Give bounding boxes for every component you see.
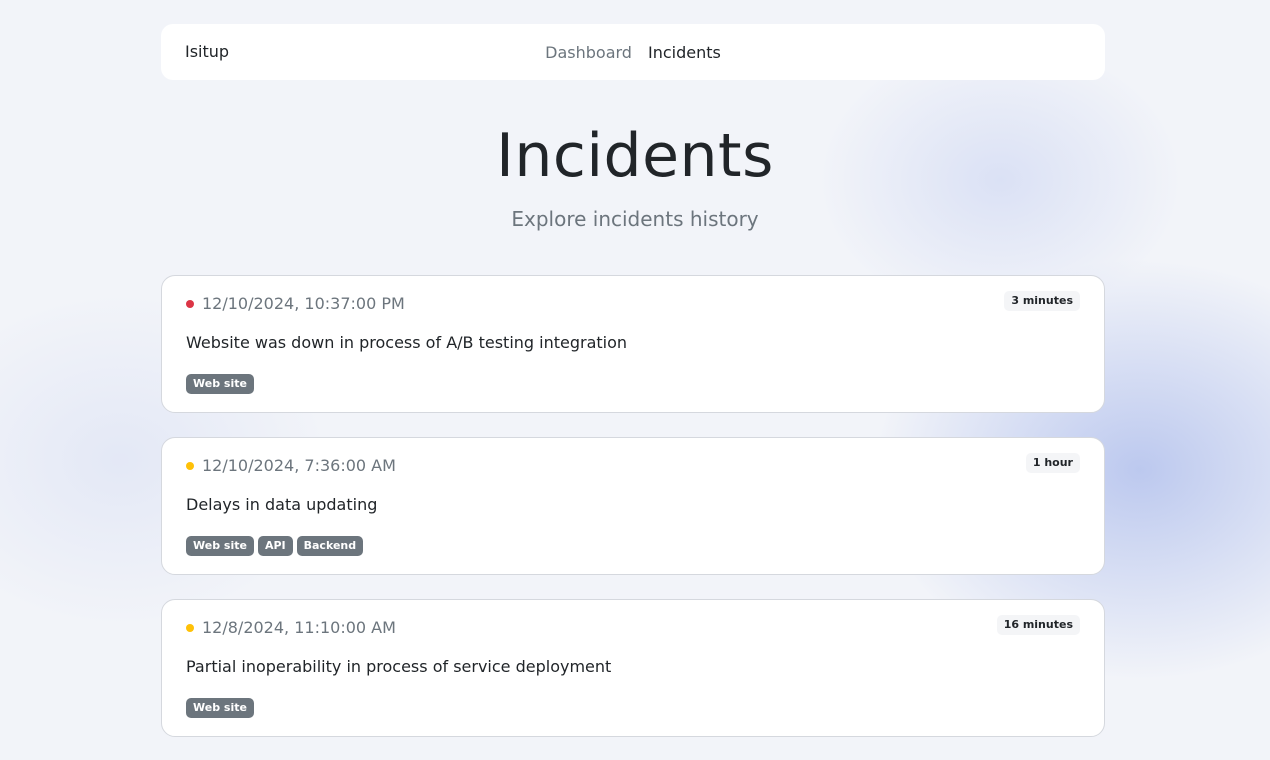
incident-header: 12/8/2024, 11:10:00 AM (186, 616, 396, 638)
incident-date: 12/8/2024, 11:10:00 AM (202, 617, 396, 637)
duration-badge: 3 minutes (1004, 291, 1080, 311)
duration-badge: 16 minutes (996, 615, 1080, 635)
tag-badge: Web site (186, 698, 254, 718)
incident-title: Website was down in process of A/B testi… (186, 333, 628, 352)
page-title: Incidents (496, 121, 774, 191)
incident-date: 12/10/2024, 10:37:00 PM (202, 293, 405, 313)
tag-badge: Web site (186, 536, 254, 556)
navbar: Isitup Dashboard Incidents (161, 24, 1105, 80)
tag-list: Web site (186, 374, 254, 394)
tag-badge: Web site (186, 374, 254, 394)
incident-title: Delays in data updating (186, 495, 378, 514)
incident-date: 12/10/2024, 7:36:00 AM (202, 455, 396, 475)
status-dot-icon (186, 300, 194, 308)
tag-list: Web site (186, 698, 254, 718)
nav-link-dashboard[interactable]: Dashboard (545, 43, 632, 62)
status-dot-icon (186, 624, 194, 632)
tag-badge: API (257, 536, 293, 556)
incident-card[interactable]: 12/10/2024, 10:37:00 PM 3 minutes Websit… (161, 275, 1105, 413)
duration-badge: 1 hour (1025, 453, 1080, 473)
status-dot-icon (186, 462, 194, 470)
nav-link-incidents[interactable]: Incidents (648, 43, 721, 62)
nav-links: Dashboard Incidents (161, 24, 1105, 80)
page-subtitle: Explore incidents history (511, 207, 759, 231)
incident-card[interactable]: 12/10/2024, 7:36:00 AM 1 hour Delays in … (161, 437, 1105, 575)
tag-list: Web site API Backend (186, 536, 364, 556)
incident-card[interactable]: 12/8/2024, 11:10:00 AM 16 minutes Partia… (161, 599, 1105, 737)
tag-badge: Backend (296, 536, 364, 556)
incident-title: Partial inoperability in process of serv… (186, 657, 612, 676)
incident-header: 12/10/2024, 10:37:00 PM (186, 292, 405, 314)
incident-header: 12/10/2024, 7:36:00 AM (186, 454, 396, 476)
